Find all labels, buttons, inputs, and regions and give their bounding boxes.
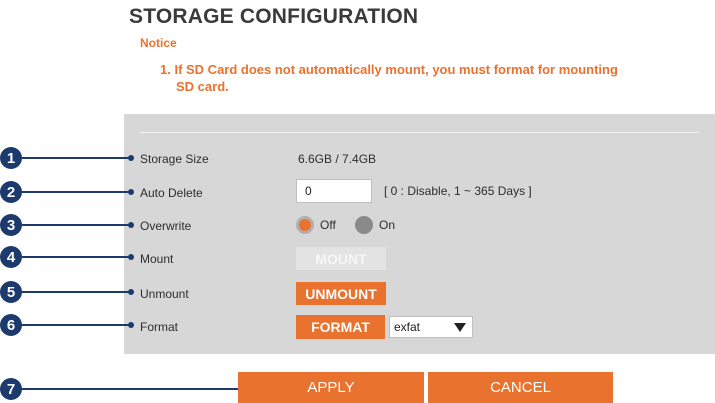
callout-dot <box>128 322 134 328</box>
auto-delete-input[interactable] <box>296 179 372 203</box>
callout-badge-1: 1 <box>0 147 22 169</box>
callout-1: 1 <box>0 147 140 169</box>
callout-dot <box>128 289 134 295</box>
callout-leader <box>22 191 130 193</box>
mount-label: Mount <box>140 252 174 266</box>
callout-leader <box>22 157 130 159</box>
notice-heading: Notice <box>140 36 177 50</box>
callout-badge-6: 6 <box>0 314 22 336</box>
notice-line-1: 1. If SD Card does not automatically mou… <box>160 62 618 77</box>
callout-4: 4 <box>0 246 140 268</box>
page-title: STORAGE CONFIGURATION <box>129 5 419 28</box>
callout-dot <box>128 189 134 195</box>
callout-3: 3 <box>0 214 140 236</box>
dropdown-arrow-icon <box>454 323 466 332</box>
callout-leader <box>22 224 130 226</box>
callout-dot <box>128 254 134 260</box>
callout-badge-5: 5 <box>0 281 22 303</box>
callout-dot <box>128 155 134 161</box>
apply-button[interactable]: APPLY <box>238 372 424 403</box>
overwrite-off-label: Off <box>320 218 336 232</box>
radio-selected-icon[interactable] <box>296 216 314 234</box>
callout-leader <box>22 291 130 293</box>
filesystem-select[interactable]: exfat <box>389 316 473 338</box>
unmount-label: Unmount <box>140 287 189 301</box>
callout-6: 6 <box>0 314 140 336</box>
storage-size-value: 6.6GB / 7.4GB <box>298 152 377 166</box>
notice-line-2: SD card. <box>176 79 229 94</box>
callout-badge-7: 7 <box>0 378 22 400</box>
callout-5: 5 <box>0 281 140 303</box>
callout-leader <box>22 256 130 258</box>
callout-badge-2: 2 <box>0 181 22 203</box>
auto-delete-label: Auto Delete <box>140 186 203 200</box>
overwrite-label: Overwrite <box>140 219 192 233</box>
overwrite-on-option[interactable]: On <box>355 216 395 234</box>
format-button[interactable]: FORMAT <box>296 315 385 339</box>
filesystem-select-value: exfat <box>394 320 421 334</box>
callout-badge-3: 3 <box>0 214 22 236</box>
auto-delete-hint: [ 0 : Disable, 1 ~ 365 Days ] <box>384 184 532 198</box>
format-label: Format <box>140 320 179 334</box>
storage-size-label: Storage Size <box>140 152 209 166</box>
notice-text: 1. If SD Card does not automatically mou… <box>160 61 715 95</box>
mount-button[interactable]: MOUNT <box>296 247 386 270</box>
overwrite-off-option[interactable]: Off <box>296 216 336 234</box>
callout-2: 2 <box>0 181 140 203</box>
callout-dot <box>128 222 134 228</box>
overwrite-on-label: On <box>379 218 396 232</box>
radio-unselected-icon[interactable] <box>355 216 373 234</box>
cancel-button[interactable]: CANCEL <box>428 372 613 403</box>
callout-leader <box>22 324 130 326</box>
callout-badge-4: 4 <box>0 246 22 268</box>
panel-divider <box>139 132 699 133</box>
unmount-button[interactable]: UNMOUNT <box>296 282 386 305</box>
